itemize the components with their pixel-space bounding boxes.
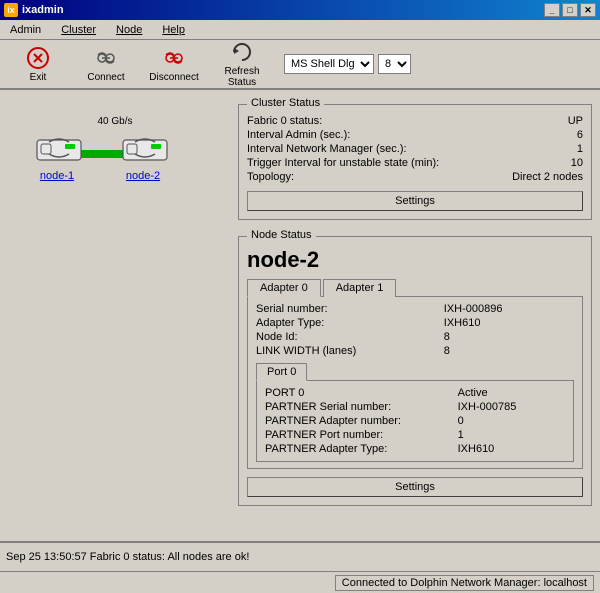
cluster-status-grid: Fabric 0 status: UP Interval Admin (sec.… bbox=[247, 115, 583, 183]
topology-label: Topology: bbox=[247, 171, 472, 183]
port-tab-0[interactable]: Port 0 bbox=[256, 363, 307, 381]
app-icon: ix bbox=[4, 3, 18, 17]
port-content: PORT 0 Active PARTNER Serial number: IXH… bbox=[256, 380, 574, 462]
fabric-label: Fabric 0 status: bbox=[247, 115, 472, 127]
adapter-type-value: IXH610 bbox=[444, 317, 574, 329]
trigger-label: Trigger Interval for unstable state (min… bbox=[247, 157, 472, 169]
connect-icon bbox=[94, 46, 118, 70]
trigger-value: 10 bbox=[480, 157, 583, 169]
status-message: Sep 25 13:50:57 Fabric 0 status: All nod… bbox=[6, 551, 249, 563]
minimize-button[interactable]: _ bbox=[544, 3, 560, 17]
link-width-label: LINK WIDTH (lanes) bbox=[256, 345, 428, 357]
node-name: node-2 bbox=[247, 247, 583, 273]
interval-admin-value: 6 bbox=[480, 129, 583, 141]
refresh-icon bbox=[230, 40, 254, 64]
node2-icon bbox=[121, 130, 165, 166]
node-status-title: Node Status bbox=[247, 229, 316, 241]
interval-nm-label: Interval Network Manager (sec.): bbox=[247, 143, 472, 155]
connect-button[interactable]: Connect bbox=[72, 42, 140, 86]
refresh-button[interactable]: Refresh Status bbox=[208, 42, 276, 86]
adapter-tab-1[interactable]: Adapter 1 bbox=[323, 279, 397, 297]
cluster-status-group: Cluster Status Fabric 0 status: UP Inter… bbox=[238, 104, 592, 220]
title-bar-controls[interactable]: _ □ ✕ bbox=[544, 3, 596, 17]
title-bar: ix ixadmin _ □ ✕ bbox=[0, 0, 600, 20]
interval-nm-value: 1 bbox=[480, 143, 583, 155]
cluster-diagram: 40 Gb/s bbox=[25, 110, 205, 220]
menu-admin[interactable]: Admin bbox=[4, 24, 47, 36]
main-content: 40 Gb/s bbox=[0, 90, 600, 541]
node1-label[interactable]: node-1 bbox=[40, 170, 74, 182]
disconnect-button[interactable]: Disconnect bbox=[140, 42, 208, 86]
adapter-info-grid: Serial number: IXH-000896 Adapter Type: … bbox=[256, 303, 574, 357]
node-id-value: 8 bbox=[444, 331, 574, 343]
node2-label[interactable]: node-2 bbox=[126, 170, 160, 182]
window-title: ixadmin bbox=[22, 4, 64, 16]
topology-value: Direct 2 nodes bbox=[480, 171, 583, 183]
exit-button[interactable]: Exit bbox=[4, 42, 72, 86]
menu-help[interactable]: Help bbox=[156, 24, 191, 36]
cluster-status-title: Cluster Status bbox=[247, 97, 324, 109]
shell-dropdown[interactable]: MS Shell Dlg bbox=[284, 54, 374, 74]
bottom-bar: Connected to Dolphin Network Manager: lo… bbox=[0, 571, 600, 593]
maximize-button[interactable]: □ bbox=[562, 3, 578, 17]
partner-serial-label: PARTNER Serial number: bbox=[265, 401, 450, 413]
node-status-group: Node Status node-2 Adapter 0 Adapter 1 S… bbox=[238, 236, 592, 506]
font-size-dropdown[interactable]: 8 bbox=[378, 54, 411, 74]
menu-node[interactable]: Node bbox=[110, 24, 148, 36]
link-width-value: 8 bbox=[444, 345, 574, 357]
fabric-value: UP bbox=[480, 115, 583, 127]
disconnect-label: Disconnect bbox=[149, 72, 198, 83]
adapter-type-label: Adapter Type: bbox=[256, 317, 428, 329]
connect-label: Connect bbox=[87, 72, 124, 83]
status-bar: Sep 25 13:50:57 Fabric 0 status: All nod… bbox=[0, 541, 600, 571]
node1-box: node-1 bbox=[35, 130, 79, 182]
exit-icon bbox=[26, 46, 50, 70]
interval-admin-label: Interval Admin (sec.): bbox=[247, 129, 472, 141]
partner-port-label: PARTNER Port number: bbox=[265, 429, 450, 441]
toolbar: Exit Connect Disconnect bbox=[0, 40, 600, 90]
close-button[interactable]: ✕ bbox=[580, 3, 596, 17]
toolbar-right: MS Shell Dlg 8 bbox=[284, 54, 411, 74]
adapter-tab-0[interactable]: Adapter 0 bbox=[247, 279, 321, 297]
partner-port-value: 1 bbox=[458, 429, 565, 441]
link-speed-label: 40 Gb/s bbox=[97, 116, 132, 127]
left-panel: 40 Gb/s bbox=[0, 90, 230, 541]
disconnect-icon bbox=[162, 46, 186, 70]
adapter-tab-bar: Adapter 0 Adapter 1 bbox=[247, 279, 583, 297]
node-id-label: Node Id: bbox=[256, 331, 428, 343]
partner-adapter-type-value: IXH610 bbox=[458, 443, 565, 455]
title-bar-left: ix ixadmin bbox=[4, 3, 64, 17]
adapter-tab-content: Serial number: IXH-000896 Adapter Type: … bbox=[247, 296, 583, 469]
serial-label: Serial number: bbox=[256, 303, 428, 315]
port0-value: Active bbox=[458, 387, 565, 399]
port0-label: PORT 0 bbox=[265, 387, 450, 399]
port-tab-bar: Port 0 bbox=[256, 363, 574, 381]
node2-box: node-2 bbox=[121, 130, 165, 182]
partner-serial-value: IXH-000785 bbox=[458, 401, 565, 413]
node1-icon bbox=[35, 130, 79, 166]
right-panel: Cluster Status Fabric 0 status: UP Inter… bbox=[230, 90, 600, 541]
connection-status: Connected to Dolphin Network Manager: lo… bbox=[335, 575, 594, 591]
partner-adapter-label: PARTNER Adapter number: bbox=[265, 415, 450, 427]
menu-bar: Admin Cluster Node Help bbox=[0, 20, 600, 40]
serial-value: IXH-000896 bbox=[444, 303, 574, 315]
node-settings-button[interactable]: Settings bbox=[247, 477, 583, 497]
port-info-grid: PORT 0 Active PARTNER Serial number: IXH… bbox=[265, 387, 565, 455]
partner-adapter-value: 0 bbox=[458, 415, 565, 427]
partner-adapter-type-label: PARTNER Adapter Type: bbox=[265, 443, 450, 455]
cluster-settings-button[interactable]: Settings bbox=[247, 191, 583, 211]
menu-cluster[interactable]: Cluster bbox=[55, 24, 102, 36]
refresh-label: Refresh Status bbox=[211, 66, 273, 88]
exit-label: Exit bbox=[30, 72, 47, 83]
